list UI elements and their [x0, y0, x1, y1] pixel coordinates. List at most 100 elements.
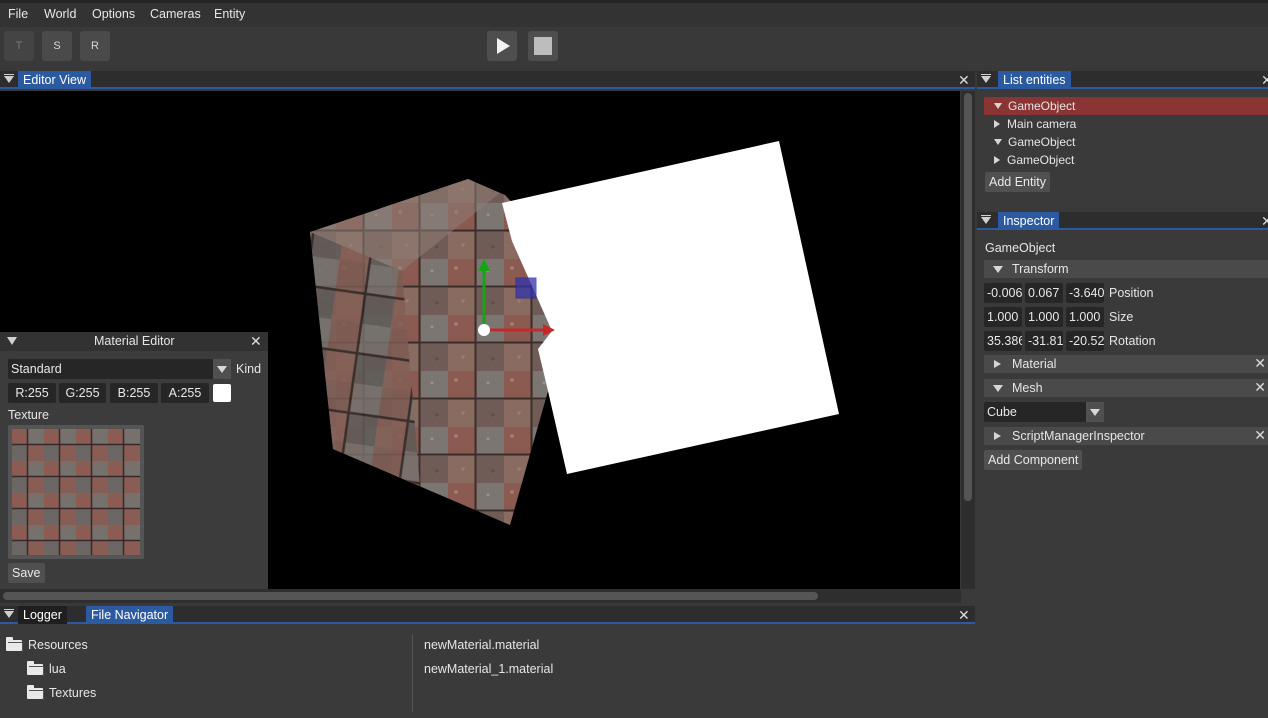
texture-thumbnail — [12, 429, 140, 555]
entity-item[interactable]: GameObject — [984, 97, 1268, 115]
mesh-label: Mesh — [1012, 381, 1043, 395]
collapse-icon[interactable] — [981, 215, 991, 224]
position-y-field[interactable]: 0.067 — [1025, 283, 1063, 303]
collapse-icon[interactable] — [4, 74, 14, 83]
add-component-button[interactable]: Add Component — [984, 450, 1083, 470]
entity-label: GameObject — [1008, 99, 1076, 113]
close-icon[interactable]: ✕ — [250, 333, 262, 349]
close-icon[interactable]: ✕ — [1254, 355, 1266, 372]
menu-file[interactable]: File — [8, 7, 28, 21]
entity-item[interactable]: GameObject — [984, 133, 1075, 151]
stop-icon — [534, 37, 552, 55]
close-icon[interactable]: ✕ — [1261, 213, 1268, 229]
viewport-horizontal-scrollbar[interactable] — [0, 589, 961, 603]
folder-icon — [27, 661, 44, 676]
tab-list-entities[interactable]: List entities — [998, 71, 1071, 89]
play-icon — [497, 38, 510, 54]
position-x-field[interactable]: -0.006 — [984, 283, 1022, 303]
file-item[interactable]: newMaterial_1.material — [424, 662, 553, 676]
entity-item[interactable]: Main camera — [984, 115, 1076, 133]
rotation-z-field[interactable]: -20.527 — [1066, 331, 1104, 351]
tab-logger[interactable]: Logger — [18, 606, 67, 624]
editor-view-titlebar: Editor View ✕ — [0, 71, 975, 89]
splitter[interactable] — [412, 634, 413, 712]
material-editor-window: Material Editor ✕ Standard Kind R:255 G:… — [0, 332, 268, 589]
close-icon[interactable]: ✕ — [1254, 427, 1266, 444]
folder-icon — [6, 637, 23, 652]
size-label: Size — [1109, 310, 1134, 324]
list-entities-window: List entities ✕ GameObject Main camera G… — [977, 71, 1268, 209]
close-icon[interactable]: ✕ — [958, 72, 970, 88]
folder-item[interactable]: Textures — [49, 686, 96, 700]
folder-item[interactable]: lua — [49, 662, 66, 676]
material-header[interactable]: Material ✕ — [984, 355, 1268, 373]
close-icon[interactable]: ✕ — [958, 607, 970, 623]
material-label: Material — [1012, 357, 1057, 371]
red-channel-field[interactable]: R:255 — [8, 383, 56, 403]
chevron-down-icon[interactable] — [1086, 402, 1104, 422]
texture-preview[interactable] — [8, 425, 144, 559]
size-y-field[interactable]: 1.000 — [1025, 307, 1063, 327]
close-icon[interactable]: ✕ — [1261, 72, 1268, 88]
kind-label: Kind — [236, 362, 262, 376]
tab-editor-view[interactable]: Editor View — [18, 71, 91, 89]
position-label: Position — [1109, 286, 1154, 300]
menu-cameras[interactable]: Cameras — [150, 7, 201, 21]
bottom-panel-titlebar: Logger File Navigator ✕ — [0, 606, 975, 624]
menu-world[interactable]: World — [44, 7, 76, 21]
mesh-header[interactable]: Mesh ✕ — [984, 379, 1268, 397]
alpha-channel-field[interactable]: A:255 — [161, 383, 209, 403]
rotation-label: Rotation — [1109, 334, 1156, 348]
rotation-y-field[interactable]: -31.813 — [1025, 331, 1063, 351]
mesh-select[interactable]: Cube — [984, 402, 1088, 422]
scale-tool-button[interactable]: S — [42, 31, 72, 61]
menu-options[interactable]: Options — [92, 7, 135, 21]
toolbar: T S R — [0, 27, 1268, 71]
chevron-down-icon — [993, 385, 1003, 392]
rotate-tool-button[interactable]: R — [80, 31, 110, 61]
script-manager-label: ScriptManagerInspector — [1012, 429, 1145, 443]
add-entity-button[interactable]: Add Entity — [985, 172, 1050, 192]
inspector-window: Inspector ✕ GameObject Transform -0.006 … — [977, 212, 1268, 718]
folder-icon — [27, 685, 44, 700]
position-z-field[interactable]: -3.640 — [1066, 283, 1104, 303]
translate-tool-button[interactable]: T — [4, 31, 34, 61]
chevron-right-icon — [994, 120, 1000, 128]
file-item[interactable]: newMaterial.material — [424, 638, 539, 652]
save-button[interactable]: Save — [8, 563, 45, 583]
color-swatch[interactable] — [213, 384, 231, 402]
size-z-field[interactable]: 1.000 — [1066, 307, 1104, 327]
entity-item[interactable]: GameObject — [984, 151, 1074, 169]
play-button[interactable] — [487, 31, 517, 61]
tab-file-navigator[interactable]: File Navigator — [86, 606, 174, 624]
material-editor-titlebar: Material Editor ✕ — [0, 332, 268, 351]
viewport-vertical-scrollbar[interactable] — [961, 91, 975, 589]
stop-button[interactable] — [528, 31, 558, 61]
collapse-icon[interactable] — [981, 74, 991, 83]
entity-label: GameObject — [1008, 135, 1076, 149]
script-manager-header[interactable]: ScriptManagerInspector ✕ — [984, 427, 1268, 445]
transform-header[interactable]: Transform — [984, 260, 1268, 278]
chevron-down-icon — [994, 139, 1002, 145]
tab-inspector[interactable]: Inspector — [998, 212, 1060, 230]
close-icon[interactable]: ✕ — [1254, 379, 1266, 396]
size-x-field[interactable]: 1.000 — [984, 307, 1022, 327]
green-channel-field[interactable]: G:255 — [59, 383, 106, 403]
bottom-panel: Logger File Navigator ✕ Resources lua Te… — [0, 606, 975, 718]
chevron-down-icon — [993, 266, 1003, 273]
collapse-icon[interactable] — [7, 337, 17, 345]
chevron-down-icon[interactable] — [213, 359, 231, 379]
collapse-icon[interactable] — [4, 609, 14, 618]
rotation-x-field[interactable]: 35.386 — [984, 331, 1022, 351]
chevron-right-icon — [994, 360, 1001, 368]
texture-label: Texture — [8, 408, 49, 422]
menu-entity[interactable]: Entity — [214, 7, 245, 21]
entity-label: Main camera — [1007, 117, 1077, 131]
list-entities-titlebar: List entities ✕ — [977, 71, 1268, 89]
kind-select[interactable]: Standard — [8, 359, 214, 379]
blue-channel-field[interactable]: B:255 — [110, 383, 158, 403]
folder-item[interactable]: Resources — [28, 638, 88, 652]
chevron-right-icon — [994, 432, 1001, 440]
entity-label: GameObject — [1007, 153, 1075, 167]
transform-label: Transform — [1012, 262, 1069, 276]
